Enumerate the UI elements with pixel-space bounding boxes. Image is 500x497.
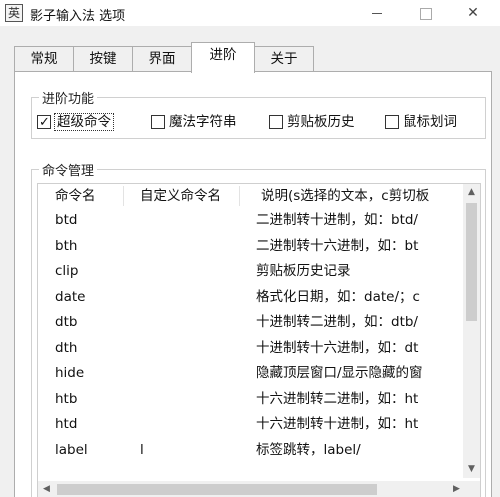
checkbox-checked-icon bbox=[37, 113, 51, 133]
cell-description: 标签跳转，label/ bbox=[256, 441, 361, 458]
tab-general[interactable]: 常规 bbox=[14, 46, 74, 72]
table-row[interactable]: dth 十进制转十六进制，如：dt bbox=[38, 336, 459, 362]
cell-custom-name bbox=[123, 387, 239, 412]
cell-description: 格式化日期，如：date/；c bbox=[256, 288, 420, 305]
tab-keys[interactable]: 按键 bbox=[73, 46, 133, 72]
vertical-scroll-thumb[interactable] bbox=[466, 203, 477, 321]
column-header-command-name[interactable]: 命令名 bbox=[38, 184, 123, 208]
cell-description: 十进制转十六进制，如：dt bbox=[256, 339, 419, 356]
vertical-scrollbar[interactable]: ▲ ▼ bbox=[463, 184, 480, 478]
cell-command-name: hide bbox=[55, 365, 85, 381]
command-list-header: 命令名 自定义命令名 说明(s选择的文本，c剪切板 bbox=[38, 184, 480, 208]
table-row[interactable]: date 格式化日期，如：date/；c bbox=[38, 285, 459, 311]
command-list-body: btd 二进制转十进制，如：btd/ bth 二进制转十六进制，如：bt cli… bbox=[38, 208, 459, 478]
cell-custom-name bbox=[123, 361, 239, 386]
cell-custom-name bbox=[123, 412, 239, 437]
close-icon: ✕ bbox=[467, 5, 479, 21]
table-row[interactable]: htd 十六进制转十进制，如：ht bbox=[38, 412, 459, 438]
cell-command-name: date bbox=[55, 288, 86, 305]
cell-description: 十六进制转二进制，如：ht bbox=[256, 390, 419, 407]
tab-interface[interactable]: 界面 bbox=[132, 46, 192, 72]
table-row[interactable]: clip 剪贴板历史记录 bbox=[38, 259, 459, 285]
mouse-select-word-checkbox[interactable]: 鼠标划词 bbox=[385, 112, 457, 132]
horizontal-scroll-thumb[interactable] bbox=[57, 484, 377, 495]
cell-command-name: btd bbox=[55, 212, 78, 228]
cell-command-name: dth bbox=[55, 339, 78, 356]
scroll-up-icon[interactable]: ▲ bbox=[463, 184, 480, 201]
checkbox-label: 鼠标划词 bbox=[403, 114, 457, 130]
cell-custom-name bbox=[123, 259, 239, 284]
cell-description: 隐藏顶层窗口/显示隐藏的窗 bbox=[256, 365, 423, 381]
checkbox-unchecked-icon bbox=[385, 115, 399, 129]
cell-description: 十进制转二进制，如：dtb/ bbox=[256, 314, 418, 330]
cell-description: 二进制转十六进制，如：bt bbox=[256, 237, 419, 254]
close-button[interactable]: ✕ bbox=[450, 0, 496, 26]
maximize-button[interactable] bbox=[402, 0, 448, 26]
checkbox-label: 剪贴板历史 bbox=[287, 114, 355, 130]
cell-description: 剪贴板历史记录 bbox=[256, 263, 351, 279]
column-header-description[interactable]: 说明(s选择的文本，c剪切板 bbox=[239, 184, 459, 208]
magic-string-checkbox[interactable]: 魔法字符串 bbox=[151, 112, 237, 132]
cell-custom-name bbox=[123, 310, 239, 335]
tab-strip: 常规 按键 界面 进阶 关于 bbox=[0, 42, 500, 73]
command-list[interactable]: 命令名 自定义命令名 说明(s选择的文本，c剪切板 btd 二进制转十进制，如：… bbox=[37, 183, 481, 497]
scroll-down-icon[interactable]: ▼ bbox=[463, 461, 480, 478]
tab-about[interactable]: 关于 bbox=[254, 46, 314, 72]
cell-custom-name bbox=[123, 208, 239, 233]
super-command-checkbox[interactable]: 超级命令 bbox=[37, 112, 114, 133]
checkbox-label: 超级命令 bbox=[54, 113, 114, 131]
cell-command-name: label bbox=[55, 441, 88, 458]
checkbox-unchecked-icon bbox=[151, 115, 165, 129]
minimize-button[interactable] bbox=[354, 0, 400, 26]
title-bar: 英 影子输入法 选项 ✕ bbox=[0, 0, 500, 26]
window-title: 影子输入法 选项 bbox=[30, 9, 126, 24]
table-row[interactable]: dtb 十进制转二进制，如：dtb/ bbox=[38, 310, 459, 336]
scrollbar-corner bbox=[463, 481, 480, 497]
table-row[interactable]: label l 标签跳转，label/ bbox=[38, 438, 459, 464]
cell-description: 十六进制转十进制，如：ht bbox=[256, 416, 419, 432]
cell-custom-name: l bbox=[140, 441, 144, 458]
column-header-custom-name[interactable]: 自定义命令名 bbox=[123, 184, 239, 208]
checkbox-label: 魔法字符串 bbox=[169, 114, 237, 130]
table-row[interactable]: htb 十六进制转二进制，如：ht bbox=[38, 387, 459, 413]
advanced-features-group: 进阶功能 超级命令 魔法字符串 剪贴板历史 鼠标划词 bbox=[31, 88, 486, 139]
table-row[interactable]: hide 隐藏顶层窗口/显示隐藏的窗 bbox=[38, 361, 459, 387]
cell-description: 二进制转十进制，如：btd/ bbox=[256, 212, 418, 228]
tab-advanced[interactable]: 进阶 bbox=[191, 42, 255, 73]
table-row[interactable]: bth 二进制转十六进制，如：bt bbox=[38, 234, 459, 260]
app-icon: 英 bbox=[5, 4, 23, 22]
cell-custom-name bbox=[123, 336, 239, 361]
cell-command-name: htb bbox=[55, 390, 78, 407]
cell-command-name: bth bbox=[55, 237, 78, 254]
cell-custom-name bbox=[123, 234, 239, 259]
advanced-panel: 进阶功能 超级命令 魔法字符串 剪贴板历史 鼠标划词 命令管理 命令名 自定义命… bbox=[14, 71, 492, 497]
clipboard-history-checkbox[interactable]: 剪贴板历史 bbox=[269, 112, 355, 132]
horizontal-scrollbar[interactable]: ◀ ▶ bbox=[38, 481, 465, 497]
cell-command-name: dtb bbox=[55, 314, 78, 330]
advanced-features-legend: 进阶功能 bbox=[39, 88, 98, 107]
command-manager-legend: 命令管理 bbox=[39, 160, 98, 179]
scroll-left-icon[interactable]: ◀ bbox=[38, 481, 55, 497]
cell-command-name: htd bbox=[55, 416, 78, 432]
checkbox-unchecked-icon bbox=[269, 115, 283, 129]
cell-custom-name bbox=[123, 285, 239, 310]
table-row[interactable]: btd 二进制转十进制，如：btd/ bbox=[38, 208, 459, 234]
cell-command-name: clip bbox=[55, 263, 79, 279]
